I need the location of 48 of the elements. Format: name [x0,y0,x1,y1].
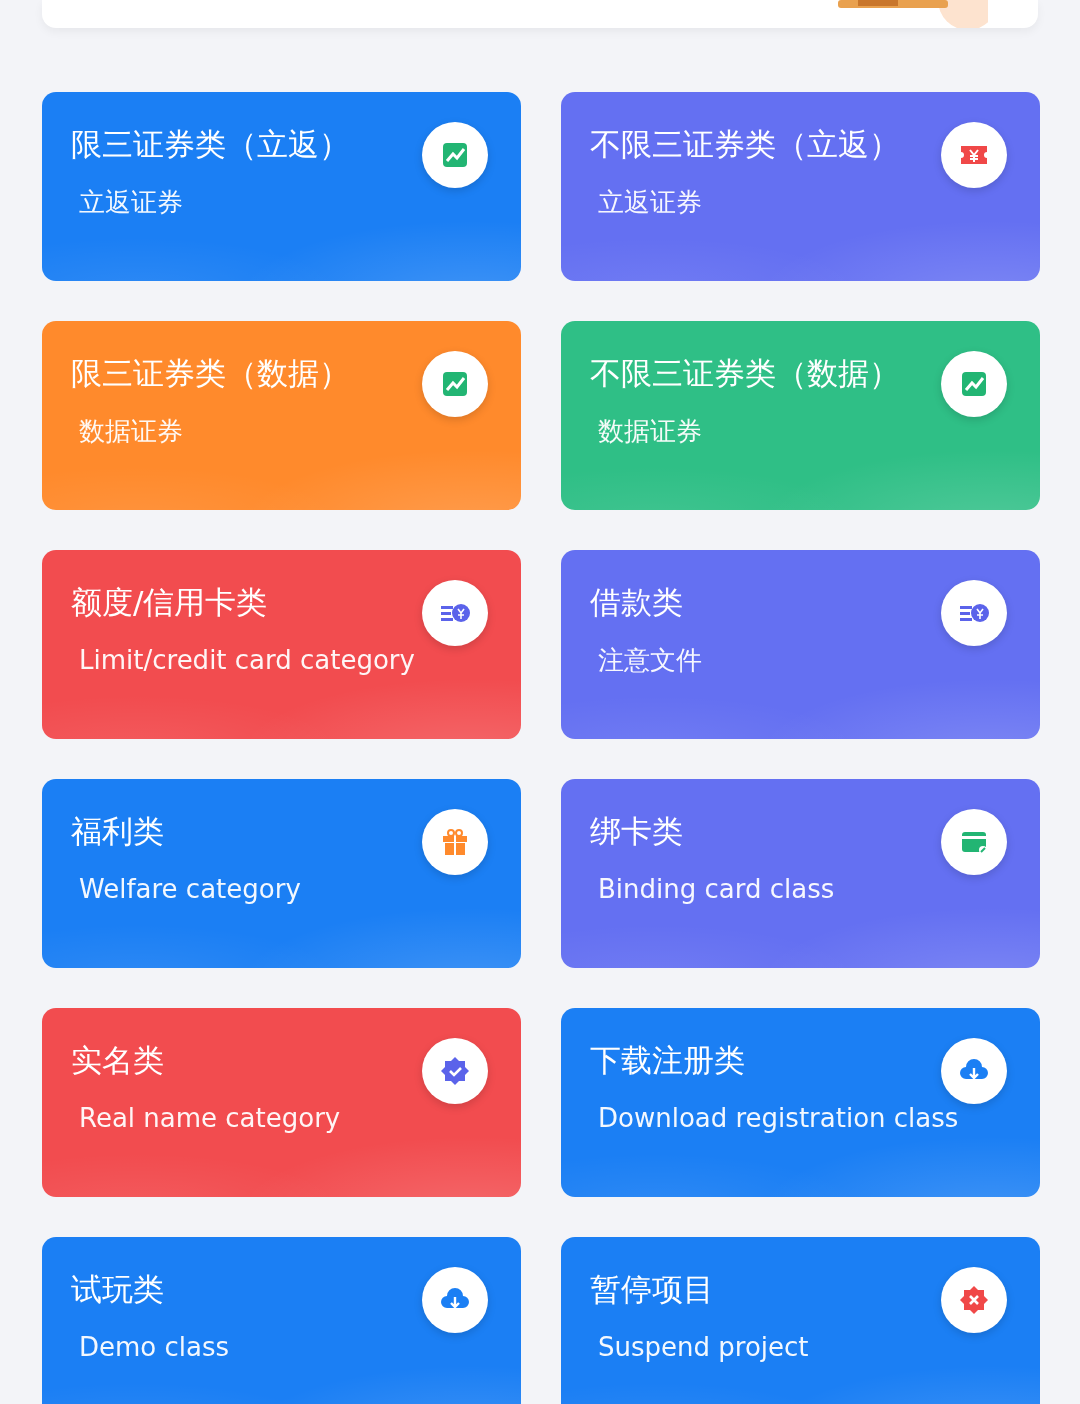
card-title: 绑卡类 [590,813,683,851]
card-subtitle: 数据证券 [598,415,703,449]
card-subtitle: 数据证券 [79,415,184,449]
category-card[interactable]: 暂停项目 Suspend project [561,1237,1040,1404]
card-subtitle: Welfare category [79,873,302,907]
card-subtitle: Real name category [79,1102,342,1136]
gift-icon [422,809,488,875]
card-title: 实名类 [71,1042,164,1080]
category-card[interactable]: 限三证券类（立返） 立返证券 [42,92,521,281]
category-card[interactable]: 限三证券类（数据） 数据证券 [42,321,521,510]
category-card[interactable]: 实名类 Real name category [42,1008,521,1197]
card-subtitle: Demo class [79,1331,231,1365]
card-subtitle: Binding card class [598,873,836,907]
card-subtitle: 注意文件 [598,644,703,678]
card-title: 额度/信用卡类 [71,584,268,622]
ticket-icon [941,122,1007,188]
cloud-download-icon [422,1267,488,1333]
card-title: 不限三证券类（数据） [590,355,900,393]
chart-icon [422,351,488,417]
category-card[interactable]: 绑卡类 Binding card class [561,779,1040,968]
category-card[interactable]: 不限三证券类（数据） 数据证券 [561,321,1040,510]
category-card[interactable]: 福利类 Welfare category [42,779,521,968]
badge-x-icon [941,1267,1007,1333]
card-title: 福利类 [71,813,164,851]
card-title: 暂停项目 [590,1271,714,1309]
card-subtitle: 立返证券 [598,186,703,220]
card-subtitle: 立返证券 [79,186,184,220]
card-title: 限三证券类（立返） [71,126,350,164]
card-title: 限三证券类（数据） [71,355,350,393]
card-title: 不限三证券类（立返） [590,126,900,164]
category-card[interactable]: 试玩类 Demo class [42,1237,521,1404]
card-icon [941,809,1007,875]
card-title: 下载注册类 [590,1042,745,1080]
category-card[interactable]: 额度/信用卡类 Limit/credit card category [42,550,521,739]
card-subtitle: Limit/credit card category [79,644,416,678]
category-card[interactable]: 不限三证券类（立返） 立返证券 [561,92,1040,281]
category-card[interactable]: 下载注册类 Download registration class [561,1008,1040,1197]
card-subtitle: Suspend project [598,1331,810,1365]
badge-check-icon [422,1038,488,1104]
chart-icon [941,351,1007,417]
coin-list-icon [941,580,1007,646]
card-title: 借款类 [590,584,683,622]
card-subtitle: Download registration class [598,1102,960,1136]
coin-list-icon [422,580,488,646]
card-title: 试玩类 [71,1271,164,1309]
category-card[interactable]: 借款类 注意文件 [561,550,1040,739]
cloud-download-icon [941,1038,1007,1104]
chart-icon [422,122,488,188]
